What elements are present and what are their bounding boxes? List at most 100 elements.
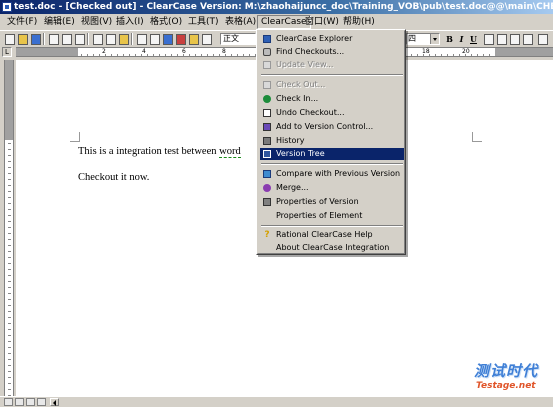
menu-insert[interactable]: 插入(I) xyxy=(113,15,147,29)
ruler-number: 18 xyxy=(422,48,430,55)
ruler-margin-right xyxy=(495,48,553,56)
hyperlink-icon[interactable] xyxy=(161,33,173,45)
properties-icon xyxy=(263,198,271,206)
new-document-icon[interactable] xyxy=(3,33,15,45)
table-icon[interactable] xyxy=(148,33,160,45)
menu-item-check-out[interactable]: Check Out... xyxy=(260,79,404,91)
drawing-icon[interactable] xyxy=(174,33,186,45)
style-dropdown[interactable]: 正文 xyxy=(220,33,256,45)
menu-separator xyxy=(261,225,403,227)
menu-item-label: About ClearCase Integration xyxy=(276,243,390,252)
menu-item-label: Version Tree xyxy=(276,149,325,158)
menu-item-label: Compare with Previous Version xyxy=(276,169,401,178)
add-icon xyxy=(263,123,271,131)
menu-format[interactable]: 格式(O) xyxy=(147,15,185,29)
menu-item-compare-previous[interactable]: Compare with Previous Version xyxy=(260,168,404,180)
bold-button[interactable]: B xyxy=(444,33,455,45)
compare-icon xyxy=(263,170,271,178)
menu-item-clearcase-explorer[interactable]: ClearCase Explorer xyxy=(260,33,404,45)
update-icon xyxy=(263,61,271,69)
toolbar-separator xyxy=(131,33,133,45)
menu-item-label: Properties of Version xyxy=(276,197,359,206)
font-size-dropdown[interactable]: 四 xyxy=(406,33,440,45)
menu-item-label: Find Checkouts... xyxy=(276,47,345,56)
crop-mark-top-left xyxy=(70,132,80,142)
menu-item-properties-of-element[interactable]: Properties of Element xyxy=(260,210,404,222)
menu-item-label: Undo Checkout... xyxy=(276,108,345,117)
page-view-icon[interactable] xyxy=(26,398,35,406)
save-icon[interactable] xyxy=(29,33,41,45)
menu-item-update-view[interactable]: Update View... xyxy=(260,59,404,71)
menu-item-undo-checkout[interactable]: Undo Checkout... xyxy=(260,107,404,119)
normal-view-icon[interactable] xyxy=(4,398,13,406)
grammar-flagged-word[interactable]: word xyxy=(219,146,241,158)
undo-checkout-icon xyxy=(263,109,271,117)
window-titlebar: test.doc - [Checked out] - ClearCase Ver… xyxy=(0,0,553,14)
numbering-icon[interactable] xyxy=(508,33,520,45)
style-value: 正文 xyxy=(223,34,239,43)
watermark-url: Testage.net xyxy=(476,381,536,391)
spelling-icon[interactable] xyxy=(73,33,85,45)
underline-button[interactable]: U xyxy=(468,33,479,45)
menu-item-clearcase-help[interactable]: ? Rational ClearCase Help xyxy=(260,229,404,241)
menu-window[interactable]: 窗口(W) xyxy=(302,15,342,29)
italic-button[interactable]: I xyxy=(456,33,467,45)
image-icon[interactable] xyxy=(187,33,199,45)
print-icon[interactable] xyxy=(47,33,59,45)
menu-item-merge[interactable]: Merge... xyxy=(260,182,404,194)
chevron-down-icon[interactable] xyxy=(430,34,439,44)
tab-selector[interactable]: L xyxy=(2,47,12,57)
menu-table[interactable]: 表格(A) xyxy=(222,15,259,29)
menu-help[interactable]: 帮助(H) xyxy=(340,15,378,29)
menu-item-properties-of-version[interactable]: Properties of Version xyxy=(260,196,404,208)
watermark-title: 测试时代 xyxy=(474,362,539,380)
watermark-logo: 测试时代 Testage.net xyxy=(470,360,550,396)
ruler-number: 2 xyxy=(102,48,106,55)
help-icon: ? xyxy=(264,230,270,240)
menu-item-check-in[interactable]: Check In... xyxy=(260,93,404,105)
border-icon[interactable] xyxy=(536,33,548,45)
menu-item-label: Merge... xyxy=(276,183,309,192)
undo-icon[interactable] xyxy=(135,33,147,45)
menu-item-label: History xyxy=(276,136,305,145)
checkin-icon xyxy=(263,95,271,103)
document-paragraph[interactable]: This is a integration test between word xyxy=(78,146,241,158)
paste-icon[interactable] xyxy=(117,33,129,45)
cut-icon[interactable] xyxy=(91,33,103,45)
window-title: test.doc - [Checked out] - ClearCase Ver… xyxy=(14,2,553,12)
ruler-margin-top xyxy=(5,60,13,140)
paragraph-icon[interactable] xyxy=(200,33,212,45)
paragraph-text: Checkout it now. xyxy=(78,172,150,183)
menu-item-version-tree[interactable]: Version Tree xyxy=(260,148,404,160)
menu-edit[interactable]: 编辑(E) xyxy=(41,15,78,29)
open-folder-icon[interactable] xyxy=(16,33,28,45)
align-center-icon[interactable] xyxy=(495,33,507,45)
menu-item-history[interactable]: History xyxy=(260,135,404,147)
menu-file[interactable]: 文件(F) xyxy=(4,15,40,29)
version-tree-icon xyxy=(263,150,271,158)
print-preview-icon[interactable] xyxy=(60,33,72,45)
menu-view[interactable]: 视图(V) xyxy=(78,15,115,29)
menu-item-about-clearcase[interactable]: About ClearCase Integration xyxy=(260,242,404,254)
scroll-left-icon[interactable] xyxy=(50,398,59,406)
document-paragraph[interactable]: Checkout it now. xyxy=(78,172,149,183)
merge-icon xyxy=(263,184,271,192)
menu-tools[interactable]: 工具(T) xyxy=(185,15,222,29)
vertical-ruler[interactable] xyxy=(4,60,14,396)
clearcase-menu: ClearCase Explorer Find Checkouts... Upd… xyxy=(256,29,406,255)
outline-view-icon[interactable] xyxy=(37,398,46,406)
menu-item-label: Update View... xyxy=(276,60,334,69)
menu-item-find-checkouts[interactable]: Find Checkouts... xyxy=(260,46,404,58)
folder-icon xyxy=(263,35,271,43)
copy-icon[interactable] xyxy=(104,33,116,45)
menu-item-add-to-version-control[interactable]: Add to Version Control... xyxy=(260,121,404,133)
binoculars-icon xyxy=(263,48,271,56)
menu-item-label: Add to Version Control... xyxy=(276,122,374,131)
ruler-number: 20 xyxy=(462,48,470,55)
indent-icon[interactable] xyxy=(521,33,533,45)
web-view-icon[interactable] xyxy=(15,398,24,406)
toolbar-separator xyxy=(43,33,45,45)
menu-item-label: Check Out... xyxy=(276,80,326,89)
ruler-margin-left xyxy=(16,48,78,56)
align-left-icon[interactable] xyxy=(482,33,494,45)
